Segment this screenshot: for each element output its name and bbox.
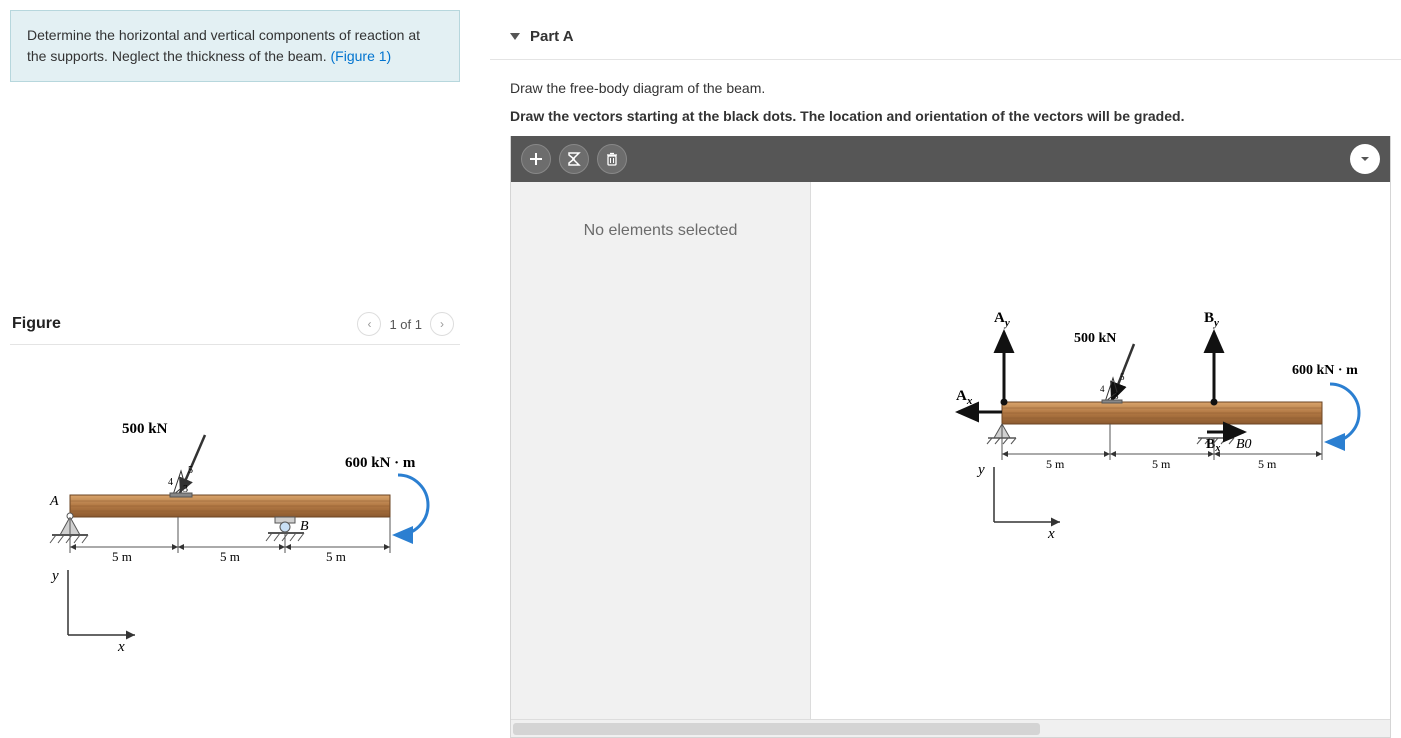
instructions: Draw the free-body diagram of the beam. … <box>490 60 1401 136</box>
figure-counter: 1 of 1 <box>389 317 422 332</box>
divider <box>10 344 460 345</box>
label-bx: Bx <box>1206 437 1220 454</box>
figure-nav: ‹ 1 of 1 › <box>357 312 454 336</box>
selection-panel: No elements selected <box>511 182 811 719</box>
caret-down-icon <box>510 33 520 40</box>
dim-1: 5 m <box>112 549 132 564</box>
dimensions: 5 m 5 m 5 m <box>70 517 390 564</box>
label-500kn: 500 kN <box>122 421 168 437</box>
instruction-1: Draw the free-body diagram of the beam. <box>510 80 1391 96</box>
figure-header: Figure ‹ 1 of 1 › <box>10 312 460 342</box>
fbd-label-500: 500 kN <box>1074 331 1116 346</box>
label-a: A <box>49 494 59 509</box>
slope-5: 5 <box>188 465 193 476</box>
label-b0: B0 <box>1236 437 1252 452</box>
delete-button[interactable] <box>597 144 627 174</box>
scrollbar-thumb[interactable] <box>513 723 1040 735</box>
right-panel: Part A Draw the free-body diagram of the… <box>480 0 1401 738</box>
svg-text:y: y <box>976 462 985 478</box>
dim-2: 5 m <box>220 549 240 564</box>
instruction-2: Draw the vectors starting at the black d… <box>510 108 1391 124</box>
part-header[interactable]: Part A <box>490 10 1401 60</box>
svg-text:4: 4 <box>1100 384 1105 394</box>
figure-link[interactable]: (Figure 1) <box>331 48 392 64</box>
no-selection-message: No elements selected <box>584 222 738 239</box>
slope-4: 4 <box>168 477 173 488</box>
sigma-button[interactable] <box>559 144 589 174</box>
drawing-canvas-container: No elements selected <box>510 136 1391 738</box>
label-b: B <box>300 519 309 534</box>
svg-text:5 m: 5 m <box>1258 457 1277 471</box>
label-by: By <box>1204 310 1219 329</box>
fbd-force-500: 500 kN 5 3 4 <box>1074 331 1134 403</box>
fbd-diagram: 500 kN 5 3 4 600 kN · m <box>942 292 1382 572</box>
axes: y x <box>50 568 135 655</box>
next-button[interactable]: › <box>430 312 454 336</box>
axis-y: y <box>50 568 59 584</box>
canvas-body: No elements selected <box>511 182 1390 719</box>
svg-text:5 m: 5 m <box>1046 457 1065 471</box>
svg-text:x: x <box>1047 526 1055 542</box>
force-500kn: 500 kN 5 3 4 <box>122 421 205 497</box>
dim-3: 5 m <box>326 549 346 564</box>
figure-diagram: A B 500 kN 5 3 4 <box>10 375 430 655</box>
figure-title: Figure <box>12 315 61 333</box>
canvas-menu-button[interactable] <box>1350 144 1380 174</box>
fbd-label-600: 600 kN · m <box>1292 363 1358 378</box>
svg-text:5 m: 5 m <box>1152 457 1171 471</box>
prev-button[interactable]: ‹ <box>357 312 381 336</box>
add-button[interactable] <box>521 144 551 174</box>
problem-statement: Determine the horizontal and vertical co… <box>10 10 460 82</box>
svg-text:5: 5 <box>1120 372 1125 382</box>
drawing-area[interactable]: 500 kN 5 3 4 600 kN · m <box>811 182 1390 719</box>
horizontal-scrollbar[interactable] <box>511 719 1390 737</box>
label-600: 600 kN · m <box>345 455 416 471</box>
axis-x: x <box>117 639 125 655</box>
fbd-dimensions: 5 m 5 m 5 m <box>1002 424 1322 471</box>
canvas-toolbar <box>511 136 1390 182</box>
fbd-axes: y x <box>976 462 1060 542</box>
label-ay: Ay <box>994 310 1010 329</box>
label-ax: Ax <box>956 388 973 407</box>
left-panel: Determine the horizontal and vertical co… <box>0 0 480 738</box>
support-b: B <box>266 517 309 541</box>
part-title: Part A <box>530 28 574 45</box>
